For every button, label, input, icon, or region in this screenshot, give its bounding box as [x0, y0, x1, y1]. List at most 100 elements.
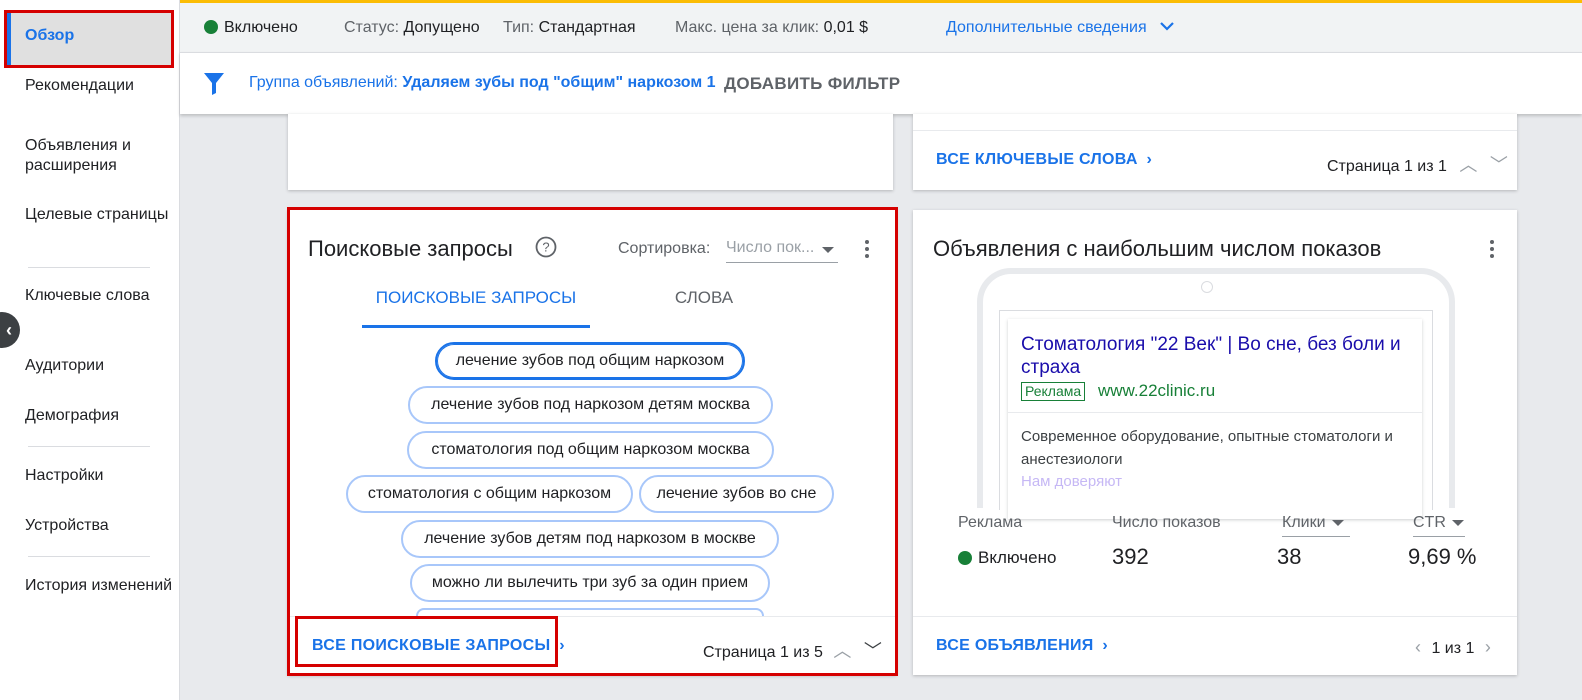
search-term-chip[interactable]: лечение зубов детям под наркозом в москв… — [401, 520, 779, 558]
more-info-link[interactable]: Дополнительные сведения — [946, 19, 1175, 37]
tab-search-terms[interactable]: ПОИСКОВЫЕ ЗАПРОСЫ — [362, 288, 590, 328]
dropdown-arrow-icon — [1451, 519, 1464, 526]
search-term-chip[interactable]: лечение зубов во сне — [639, 475, 834, 513]
ctr-value: 9,69 % — [1408, 544, 1477, 569]
type-label: Тип: — [503, 19, 535, 36]
active-tab-indicator — [362, 325, 590, 328]
sidebar-divider — [28, 556, 150, 557]
col-ctr-header[interactable]: CTR — [1413, 514, 1465, 537]
col-ctr-label: CTR — [1413, 514, 1446, 531]
search-term-chip[interactable]: лечение зубов под общим наркозом — [435, 342, 745, 380]
status-dot-icon — [958, 551, 972, 565]
more-info-label: Дополнительные сведения — [946, 19, 1147, 36]
more-options-icon[interactable] — [864, 240, 870, 262]
sidebar-divider — [28, 267, 150, 268]
sidebar-item-devices[interactable]: Устройства — [25, 516, 175, 536]
search-term-chip[interactable]: стоматология под общим наркозом москва — [407, 431, 774, 469]
sidebar-item-change-history[interactable]: История изменений — [25, 576, 175, 596]
status-dot-icon — [204, 20, 218, 34]
ad-status-label: Включено — [978, 548, 1057, 567]
ad-status: Включено — [958, 548, 1056, 568]
ad-group-filter-value: Удаляем зубы под "общим" наркозом 1 — [402, 74, 716, 91]
search-terms-pager-label: Страница 1 из 5 — [703, 644, 823, 661]
ad-display-url: www.22clinic.ru — [1098, 381, 1216, 400]
enabled-status[interactable]: Включено — [204, 19, 298, 37]
max-cpc-label: Макс. цена за клик: — [675, 19, 820, 36]
chevron-down-icon[interactable]: ﹀ — [864, 637, 882, 663]
all-keywords-link[interactable]: ВСЕ КЛЮЧЕВЫЕ СЛОВА › — [936, 151, 1152, 169]
sidebar-item-overview-label: Обзор — [25, 27, 75, 44]
all-keywords-label: ВСЕ КЛЮЧЕВЫЕ СЛОВА — [936, 151, 1138, 168]
top-ads-card: Объявления с наибольшим числом показов С… — [913, 210, 1517, 675]
ad-divider — [1008, 412, 1422, 413]
ad-headline[interactable]: Стоматология "22 Век" | Во сне, без боли… — [1021, 333, 1416, 379]
tab-words-label: СЛОВА — [674, 288, 734, 307]
dropdown-arrow-icon — [822, 247, 834, 253]
search-terms-title: Поисковые запросы — [308, 236, 513, 261]
search-terms-card: Поисковые запросы ? Сортировка: Число по… — [288, 210, 896, 675]
all-ads-label: ВСЕ ОБЪЯВЛЕНИЯ — [936, 637, 1094, 654]
chevron-left-icon[interactable]: ‹ — [1415, 637, 1421, 658]
col-impressions-header: Число показов — [1112, 514, 1221, 531]
top-left-card — [288, 114, 893, 190]
svg-text:?: ? — [542, 240, 549, 255]
chevron-up-icon[interactable]: ︿ — [833, 637, 851, 663]
type-status: Тип: Стандартная — [503, 19, 636, 37]
ad-description: Современное оборудование, опытные стомат… — [1021, 428, 1393, 468]
top-ads-title: Объявления с наибольшим числом показов — [933, 236, 1382, 261]
sidebar-item-demographics[interactable]: Демография — [25, 406, 175, 426]
chevron-down-icon[interactable]: ﹀ — [1490, 151, 1508, 177]
phone-camera-icon — [1201, 281, 1213, 293]
search-term-chip[interactable]: можно ли вылечить три зуб за один прием — [410, 564, 770, 602]
card-divider — [913, 130, 1517, 131]
sidebar-divider — [28, 446, 150, 447]
all-search-terms-label: ВСЕ ПОИСКОВЫЕ ЗАПРОСЫ — [312, 637, 551, 654]
status-bar: Включено Статус: Допущено Тип: Стандартн… — [180, 0, 1582, 52]
card-divider — [913, 616, 1517, 617]
chevron-up-icon[interactable]: ︿ — [1459, 151, 1477, 177]
col-clicks-header[interactable]: Клики — [1282, 514, 1350, 537]
all-search-terms-link[interactable]: ВСЕ ПОИСКОВЫЕ ЗАПРОСЫ › — [312, 637, 565, 655]
sidebar-item-settings[interactable]: Настройки — [25, 466, 175, 486]
tab-words[interactable]: СЛОВА — [628, 288, 780, 328]
chevron-right-icon[interactable]: › — [1485, 637, 1491, 658]
sort-dropdown[interactable]: Число пок... — [726, 239, 838, 263]
dropdown-arrow-icon — [1331, 519, 1344, 526]
ad-group-filter-label: Группа объявлений: — [249, 74, 398, 91]
keywords-pager: Страница 1 из 1 ︿ ﹀ — [1327, 151, 1508, 177]
add-filter-button[interactable]: ДОБАВИТЬ ФИЛЬТР — [724, 74, 900, 94]
active-indicator — [7, 13, 11, 65]
ad-badge: Реклама — [1021, 382, 1086, 401]
more-options-icon[interactable] — [1489, 240, 1495, 262]
enabled-status-label: Включено — [224, 19, 298, 36]
sidebar-item-ads-extensions[interactable]: Объявления и расширения — [25, 136, 175, 176]
status-value: Допущено — [403, 19, 480, 36]
col-clicks-label: Клики — [1282, 514, 1326, 531]
filter-icon[interactable] — [204, 73, 224, 95]
sidebar-item-landing-pages[interactable]: Целевые страницы — [25, 205, 175, 225]
ad-group-filter[interactable]: Группа объявлений: Удаляем зубы под "общ… — [249, 74, 716, 92]
help-icon[interactable]: ? — [535, 236, 557, 258]
ad-preview[interactable]: Стоматология "22 Век" | Во сне, без боли… — [999, 310, 1433, 510]
ads-pager: ‹ 1 из 1 › — [1415, 637, 1491, 658]
sort-label: Сортировка: — [618, 240, 711, 257]
sidebar-item-recommendations[interactable]: Рекомендации — [25, 76, 175, 96]
chevron-left-icon: ‹ — [6, 319, 12, 340]
search-term-chip[interactable]: лечение зубов под наркозом детям москва — [408, 386, 773, 424]
sidebar-item-audiences[interactable]: Аудитории — [25, 356, 175, 376]
sort-dropdown-value: Число пок... — [726, 239, 815, 256]
sidebar-item-keywords[interactable]: Ключевые слова — [25, 286, 175, 306]
max-cpc-status: Макс. цена за клик: 0,01 $ — [675, 19, 868, 37]
filter-bar: Группа объявлений: Удаляем зубы под "общ… — [180, 52, 1582, 114]
max-cpc-value: 0,01 $ — [823, 19, 869, 36]
type-value: Стандартная — [538, 19, 636, 36]
tab-search-terms-label: ПОИСКОВЫЕ ЗАПРОСЫ — [375, 288, 577, 307]
chevron-right-icon: › — [1102, 637, 1108, 654]
clicks-value: 38 — [1277, 544, 1302, 569]
search-term-chip[interactable]: стоматология с общим наркозом — [346, 475, 633, 513]
all-ads-link[interactable]: ВСЕ ОБЪЯВЛЕНИЯ › — [936, 637, 1108, 655]
status-label: Статус: — [344, 19, 400, 36]
keywords-card: ВСЕ КЛЮЧЕВЫЕ СЛОВА › Страница 1 из 1 ︿ ﹀ — [913, 114, 1517, 190]
keywords-pager-label: Страница 1 из 1 — [1327, 158, 1447, 175]
card-divider — [288, 616, 896, 617]
